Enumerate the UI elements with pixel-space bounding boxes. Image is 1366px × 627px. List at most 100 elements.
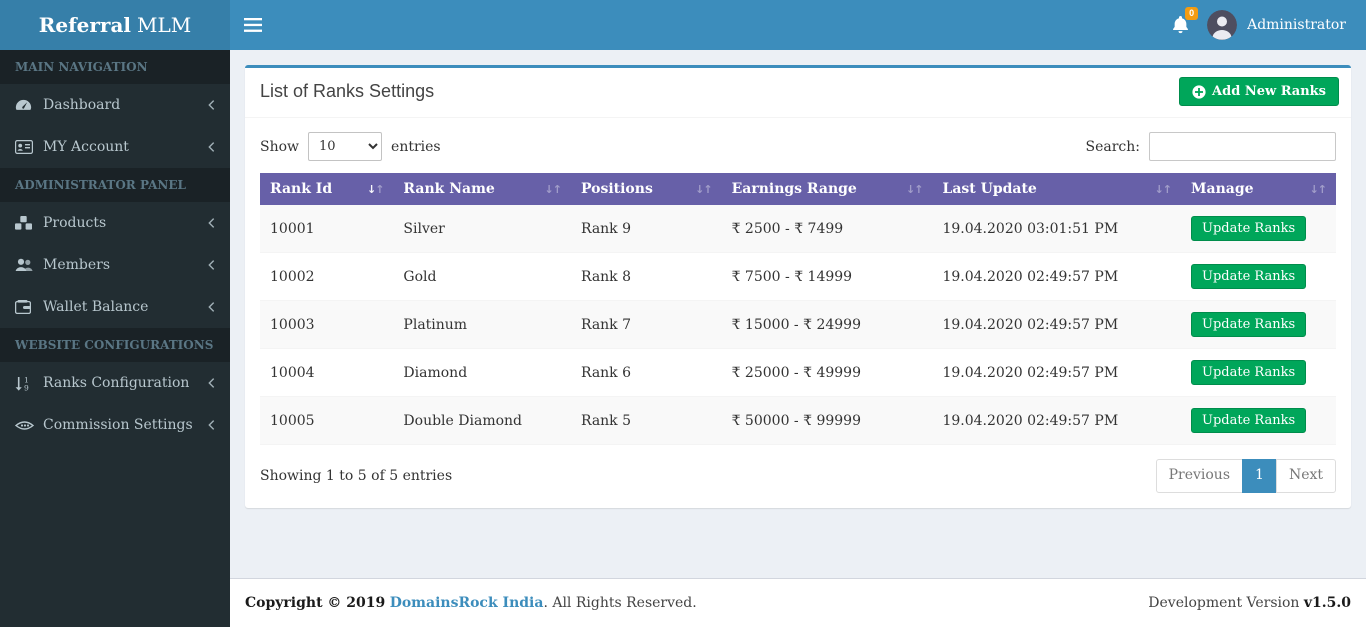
column-header-last-update[interactable]: Last Update ↓↑ xyxy=(932,173,1182,205)
page-length-control: Show 10 entries xyxy=(260,132,441,161)
brand-logo[interactable]: Referral MLM xyxy=(0,0,230,50)
sidebar-item-members[interactable]: Members xyxy=(0,244,230,286)
tachometer-icon xyxy=(15,98,43,112)
sort-icon: ↓↑ xyxy=(366,182,384,196)
chevron-left-icon xyxy=(208,99,215,111)
column-header-rank-id[interactable]: Rank Id ↓↑ xyxy=(260,173,394,205)
entries-label: entries xyxy=(391,138,441,155)
user-avatar xyxy=(1207,10,1238,40)
column-header-positions[interactable]: Positions ↓↑ xyxy=(570,173,722,205)
cell-position: Rank 6 xyxy=(570,348,722,397)
column-header-rank-name[interactable]: Rank Name ↓↑ xyxy=(393,173,571,205)
user-menu[interactable]: Administrator xyxy=(1201,0,1352,50)
column-label: Earnings Range xyxy=(731,181,857,197)
cell-rank-id: 10005 xyxy=(260,396,394,445)
table-row: 10003 Platinum Rank 7 ₹ 15000 - ₹ 24999 … xyxy=(260,300,1336,349)
column-label: Positions xyxy=(580,181,653,197)
sidebar-item-label: Products xyxy=(43,215,107,231)
cell-rank-name: Silver xyxy=(393,205,571,253)
notifications-button[interactable]: 0 xyxy=(1159,0,1201,50)
chevron-left-icon xyxy=(208,141,215,153)
sidebar-item-products[interactable]: Products xyxy=(0,202,230,244)
page-footer: Copyright © 2019 DomainsRock India. All … xyxy=(230,578,1366,627)
table-row: 10005 Double Diamond Rank 5 ₹ 50000 - ₹ … xyxy=(260,396,1336,445)
copyright-text: Copyright © 2019 DomainsRock India. All … xyxy=(245,595,697,611)
users-icon xyxy=(15,258,43,272)
column-label: Last Update xyxy=(942,181,1037,197)
sort-icon: ↓↑ xyxy=(906,182,923,196)
cell-earnings: ₹ 7500 - ₹ 14999 xyxy=(721,252,933,301)
cell-rank-id: 10002 xyxy=(260,252,394,301)
pagination-next-button[interactable]: Next xyxy=(1275,459,1336,493)
pagination: Previous 1 Next xyxy=(1155,459,1336,493)
pagination-previous-button[interactable]: Previous xyxy=(1155,459,1244,493)
sidebar-item-commission-settings[interactable]: Commission Settings xyxy=(0,404,230,446)
sidebar-item-my-account[interactable]: MY Account xyxy=(0,126,230,168)
table-row: 10001 Silver Rank 9 ₹ 2500 - ₹ 7499 19.0… xyxy=(260,205,1336,253)
column-label: Rank Id xyxy=(270,181,333,197)
sidebar-item-label: MY Account xyxy=(43,139,129,155)
chevron-left-icon xyxy=(208,419,215,431)
card-header: List of Ranks Settings Add New Ranks xyxy=(245,68,1351,118)
column-label: Manage xyxy=(1191,181,1254,197)
sidebar-item-label: Members xyxy=(43,257,111,273)
pagination-page-1-button[interactable]: 1 xyxy=(1242,459,1277,493)
update-ranks-button[interactable]: Update Ranks xyxy=(1191,216,1307,241)
table-row: 10002 Gold Rank 8 ₹ 7500 - ₹ 14999 19.04… xyxy=(260,252,1336,301)
rights-text: . All Rights Reserved. xyxy=(543,595,697,611)
column-header-earnings-range[interactable]: Earnings Range ↓↑ xyxy=(721,173,933,205)
chevron-left-icon xyxy=(208,259,215,271)
sort-icon: ↓↑ xyxy=(1154,182,1172,196)
sort-icon: ↓↑ xyxy=(544,182,562,196)
cell-last-update: 19.04.2020 02:49:57 PM xyxy=(932,396,1182,445)
sort-icon: ↓↑ xyxy=(1309,182,1327,196)
chevron-left-icon xyxy=(208,301,215,313)
table-footer-bar: Showing 1 to 5 of 5 entries Previous 1 N… xyxy=(260,459,1336,493)
brand-name-bold: Referral xyxy=(38,13,132,37)
update-ranks-button[interactable]: Update Ranks xyxy=(1191,312,1307,337)
sort-icon: ↓↑ xyxy=(695,182,712,196)
cell-position: Rank 7 xyxy=(570,300,722,349)
cell-rank-name: Platinum xyxy=(393,300,571,349)
cell-position: Rank 9 xyxy=(570,205,722,253)
copyright-prefix: Copyright © 2019 xyxy=(245,595,386,611)
chevron-left-icon xyxy=(208,377,215,389)
show-label: Show xyxy=(260,138,300,155)
search-input[interactable] xyxy=(1149,132,1336,161)
sidebar-section-administrator-panel: ADMINISTRATOR PANEL xyxy=(0,168,230,202)
plus-circle-icon xyxy=(1192,84,1206,99)
sidebar-item-dashboard[interactable]: Dashboard xyxy=(0,84,230,126)
cell-position: Rank 5 xyxy=(570,396,722,445)
user-name-label: Administrator xyxy=(1247,17,1346,33)
cell-rank-name: Diamond xyxy=(393,348,571,397)
sidebar-item-label: Wallet Balance xyxy=(43,299,149,315)
sidebar-item-label: Commission Settings xyxy=(43,417,193,433)
cubes-icon xyxy=(15,216,43,230)
update-ranks-button[interactable]: Update Ranks xyxy=(1191,264,1307,289)
update-ranks-button[interactable]: Update Ranks xyxy=(1191,360,1307,385)
cell-earnings: ₹ 2500 - ₹ 7499 xyxy=(721,205,933,253)
search-label: Search: xyxy=(1085,138,1141,155)
cell-last-update: 19.04.2020 02:49:57 PM xyxy=(932,300,1182,349)
table-row: 10004 Diamond Rank 6 ₹ 25000 - ₹ 49999 1… xyxy=(260,348,1336,397)
cell-rank-name: Double Diamond xyxy=(393,396,571,445)
version-label: Development Version xyxy=(1148,595,1300,611)
cell-last-update: 19.04.2020 02:49:57 PM xyxy=(932,348,1182,397)
navbar-right: 0 Administrator xyxy=(1159,0,1366,50)
ranks-table: Rank Id ↓↑ Rank Name ↓↑ Positions ↓↑ Earnin… xyxy=(260,173,1336,445)
sidebar-section-main-navigation: MAIN NAVIGATION xyxy=(0,50,230,84)
cell-earnings: ₹ 15000 - ₹ 24999 xyxy=(721,300,933,349)
page-length-select[interactable]: 10 xyxy=(308,132,383,161)
top-header: Referral MLM 0 Administrator xyxy=(0,0,1366,50)
table-toolbar: Show 10 entries Search: xyxy=(260,132,1336,161)
sidebar-item-ranks-configuration[interactable]: 19 Ranks Configuration xyxy=(0,362,230,404)
version-number: v1.5.0 xyxy=(1303,595,1351,611)
column-header-manage[interactable]: Manage ↓↑ xyxy=(1181,173,1336,205)
update-ranks-button[interactable]: Update Ranks xyxy=(1191,408,1307,433)
domainsrock-link[interactable]: DomainsRock India xyxy=(390,595,544,611)
content-area: List of Ranks Settings Add New Ranks Sho… xyxy=(230,50,1366,578)
table-info-text: Showing 1 to 5 of 5 entries xyxy=(260,467,453,484)
add-new-ranks-button[interactable]: Add New Ranks xyxy=(1179,77,1339,106)
sidebar-item-wallet-balance[interactable]: Wallet Balance xyxy=(0,286,230,328)
sidebar-toggle-button[interactable] xyxy=(230,0,276,50)
